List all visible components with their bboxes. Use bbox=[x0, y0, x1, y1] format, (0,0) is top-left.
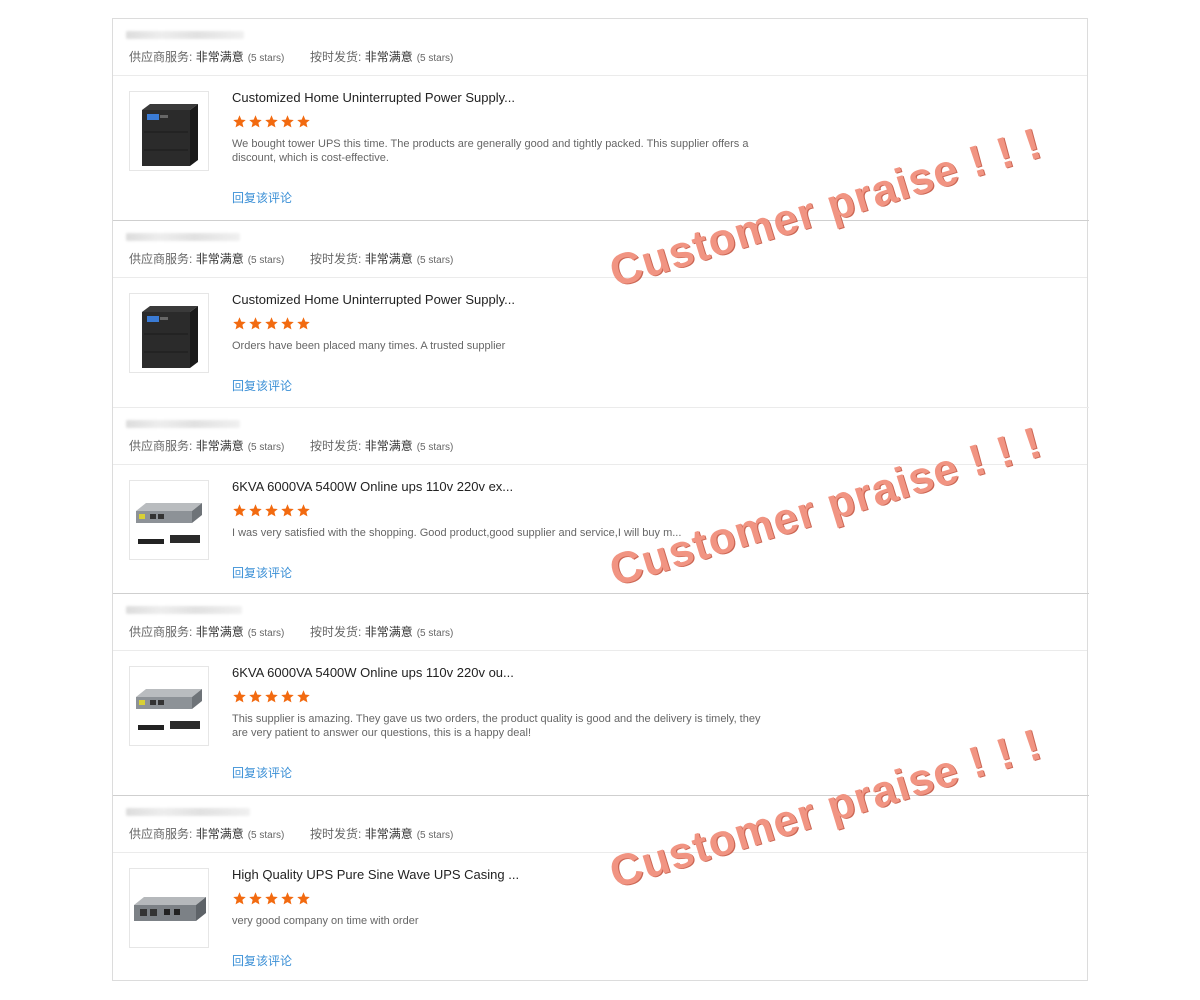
on-time-delivery-rating: 按时发货: 非常满意 (5 stars) bbox=[310, 625, 454, 639]
review-header: 供应商服务: 非常满意 (5 stars) 按时发货: 非常满意 (5 stars) bbox=[113, 796, 1087, 853]
star-icon bbox=[233, 504, 246, 517]
star-icon bbox=[233, 115, 246, 128]
reply-link[interactable]: 回复该评论 bbox=[232, 952, 292, 969]
star-icon bbox=[297, 690, 310, 703]
product-thumbnail-tower-ups[interactable] bbox=[129, 293, 209, 373]
blurred-buyer-name bbox=[126, 606, 242, 614]
review-header: 供应商服务: 非常满意 (5 stars) 按时发货: 非常满意 (5 stars) bbox=[113, 594, 1087, 651]
star-icon bbox=[281, 115, 294, 128]
star-icon bbox=[233, 892, 246, 905]
star-icon bbox=[281, 892, 294, 905]
star-icon bbox=[281, 504, 294, 517]
review-item: 供应商服务: 非常满意 (5 stars) 按时发货: 非常满意 (5 stars) bbox=[113, 796, 1087, 981]
review-list: 供应商服务: 非常满意 (5 stars) 按时发货: 非常满意 (5 stars) bbox=[112, 18, 1089, 981]
supplier-service-rating: 供应商服务: 非常满意 (5 stars) bbox=[129, 827, 285, 841]
supplier-service-rating: 供应商服务: 非常满意 (5 stars) bbox=[129, 625, 285, 639]
blurred-buyer-name bbox=[126, 31, 244, 39]
product-thumbnail-rack-ups[interactable] bbox=[129, 666, 209, 746]
review-header: 供应商服务: 非常满意 (5 stars) 按时发货: 非常满意 (5 stars) bbox=[113, 408, 1087, 465]
star-icon bbox=[265, 317, 278, 330]
reply-link[interactable]: 回复该评论 bbox=[232, 764, 292, 781]
star-icon bbox=[233, 317, 246, 330]
star-rating bbox=[232, 689, 311, 705]
review-header: 供应商服务: 非常满意 (5 stars) 按时发货: 非常满意 (5 stars) bbox=[113, 19, 1087, 76]
review-header: 供应商服务: 非常满意 (5 stars) 按时发货: 非常满意 (5 stars) bbox=[113, 221, 1087, 278]
star-icon bbox=[249, 115, 262, 128]
on-time-delivery-rating: 按时发货: 非常满意 (5 stars) bbox=[310, 50, 454, 64]
on-time-delivery-rating: 按时发货: 非常满意 (5 stars) bbox=[310, 439, 454, 453]
star-icon bbox=[249, 892, 262, 905]
review-item: 供应商服务: 非常满意 (5 stars) 按时发货: 非常满意 (5 stars) bbox=[113, 221, 1087, 407]
product-title-link[interactable]: Customized Home Uninterrupted Power Supp… bbox=[232, 90, 515, 105]
reply-link[interactable]: 回复该评论 bbox=[232, 189, 292, 206]
star-icon bbox=[265, 690, 278, 703]
product-thumbnail-ups-casing[interactable] bbox=[129, 868, 209, 948]
star-icon bbox=[249, 317, 262, 330]
star-rating bbox=[232, 114, 311, 130]
star-icon bbox=[281, 690, 294, 703]
star-icon bbox=[297, 504, 310, 517]
product-title-link[interactable]: 6KVA 6000VA 5400W Online ups 110v 220v e… bbox=[232, 479, 513, 494]
review-text: Orders have been placed many times. A tr… bbox=[232, 340, 506, 352]
star-icon bbox=[281, 317, 294, 330]
product-thumbnail-tower-ups[interactable] bbox=[129, 91, 209, 171]
blurred-buyer-name bbox=[126, 420, 240, 428]
star-icon bbox=[265, 892, 278, 905]
product-title-link[interactable]: 6KVA 6000VA 5400W Online ups 110v 220v o… bbox=[232, 665, 514, 680]
reply-link[interactable]: 回复该评论 bbox=[232, 377, 292, 394]
product-title-link[interactable]: Customized Home Uninterrupted Power Supp… bbox=[232, 292, 515, 307]
star-rating bbox=[232, 503, 311, 519]
star-icon bbox=[249, 504, 262, 517]
star-icon bbox=[265, 504, 278, 517]
star-icon bbox=[249, 690, 262, 703]
review-item: 供应商服务: 非常满意 (5 stars) 按时发货: 非常满意 (5 stars) bbox=[113, 594, 1087, 795]
product-title-link[interactable]: High Quality UPS Pure Sine Wave UPS Casi… bbox=[232, 867, 519, 882]
reply-link[interactable]: 回复该评论 bbox=[232, 564, 292, 581]
star-icon bbox=[265, 115, 278, 128]
supplier-service-rating: 供应商服务: 非常满意 (5 stars) bbox=[129, 439, 285, 453]
blurred-buyer-name bbox=[126, 233, 240, 241]
star-icon bbox=[233, 690, 246, 703]
product-thumbnail-rack-ups[interactable] bbox=[129, 480, 209, 560]
supplier-service-rating: 供应商服务: 非常满意 (5 stars) bbox=[129, 252, 285, 266]
star-icon bbox=[297, 892, 310, 905]
review-item: 供应商服务: 非常满意 (5 stars) 按时发货: 非常满意 (5 stars) bbox=[113, 19, 1087, 220]
review-text: I was very satisfied with the shopping. … bbox=[232, 527, 682, 539]
star-icon bbox=[297, 115, 310, 128]
review-text: very good company on time with order bbox=[232, 915, 419, 927]
review-text: This supplier is amazing. They gave us t… bbox=[232, 713, 761, 739]
blurred-buyer-name bbox=[126, 808, 250, 816]
on-time-delivery-rating: 按时发货: 非常满意 (5 stars) bbox=[310, 252, 454, 266]
review-text: We bought tower UPS this time. The produ… bbox=[232, 138, 749, 164]
star-rating bbox=[232, 891, 311, 907]
star-icon bbox=[297, 317, 310, 330]
on-time-delivery-rating: 按时发货: 非常满意 (5 stars) bbox=[310, 827, 454, 841]
review-item: 供应商服务: 非常满意 (5 stars) 按时发货: 非常满意 (5 stars) bbox=[113, 408, 1087, 593]
supplier-service-rating: 供应商服务: 非常满意 (5 stars) bbox=[129, 50, 285, 64]
star-rating bbox=[232, 316, 311, 332]
